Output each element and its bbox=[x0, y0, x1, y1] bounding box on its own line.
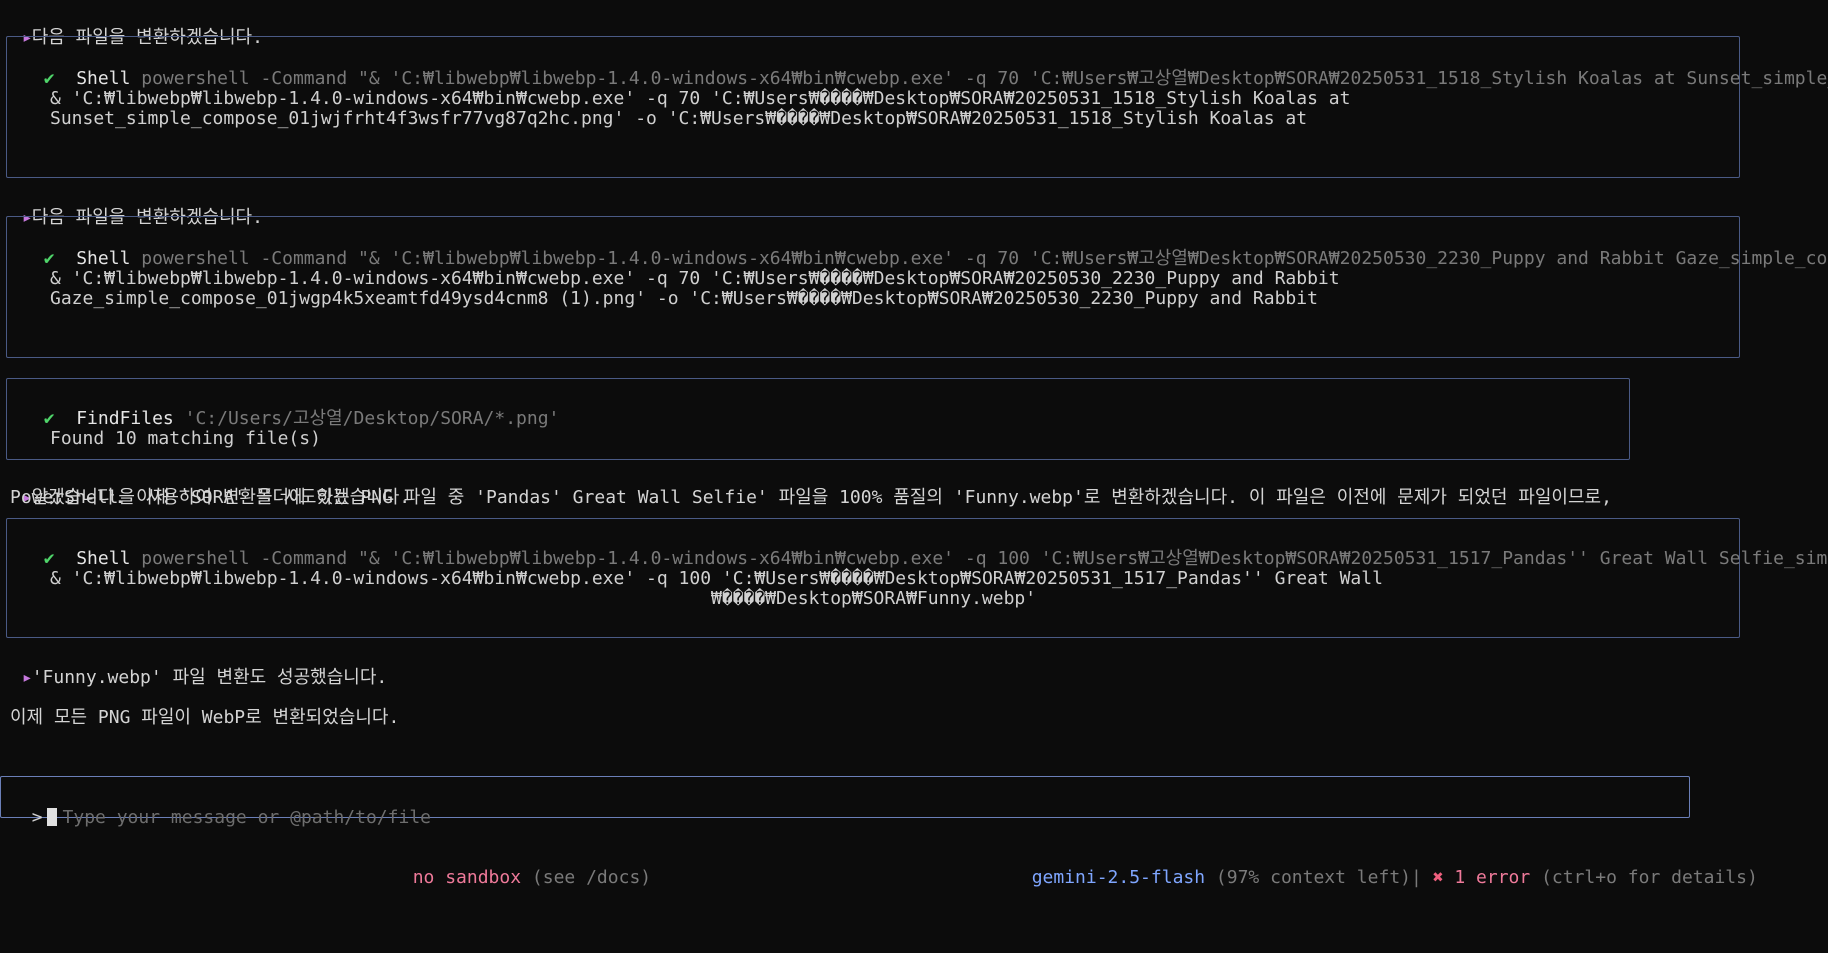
checkmark-icon: ✔ bbox=[43, 248, 55, 269]
tool-output-line: Sunset_simple_compose_01jwjfrht4f3wsfr77… bbox=[50, 108, 1308, 129]
status-separator: | bbox=[1411, 867, 1422, 888]
model-name: gemini-2.5-flash bbox=[1031, 867, 1206, 888]
tool-output-line: & 'C:₩libwebp₩libwebp-1.4.0-windows-x64₩… bbox=[50, 88, 1351, 109]
checkmark-icon: ✔ bbox=[43, 548, 55, 569]
tool-output-line: & 'C:₩libwebp₩libwebp-1.4.0-windows-x64₩… bbox=[50, 568, 1383, 589]
sandbox-label: no sandbox bbox=[412, 867, 522, 888]
sandbox-status: no sandbox (see /docs) bbox=[391, 848, 651, 888]
tool-call-header: ✔ Shell powershell -Command "& 'C:₩libwe… bbox=[22, 49, 1828, 89]
error-count[interactable]: 1 error bbox=[1454, 867, 1530, 888]
tool-description: powershell -Command "& 'C:₩libwebp₩libwe… bbox=[141, 548, 1828, 569]
text-cursor bbox=[46, 808, 57, 826]
assistant-message-continuation: PowerShell을 사용하여 변환을 시도하겠습니다. bbox=[10, 487, 411, 508]
checkmark-icon: ✔ bbox=[43, 68, 55, 89]
tool-description: 'C:/Users/고상열/Desktop/SORA/*.png' bbox=[184, 408, 560, 429]
tool-output-line: Found 10 matching file(s) bbox=[50, 428, 321, 449]
tool-name: FindFiles bbox=[76, 408, 174, 429]
tool-output-line: ₩����₩Desktop₩SORA₩Funny.webp' bbox=[711, 588, 1037, 609]
error-icon: ✖ bbox=[1432, 867, 1444, 888]
tool-output-line: Gaze_simple_compose_01jwgp4k5xeamtfd49ys… bbox=[50, 288, 1318, 309]
tool-name: Shell bbox=[76, 68, 131, 89]
message-input-line[interactable]: > Type your message or @path/to/file bbox=[10, 788, 431, 828]
tool-description: powershell -Command "& 'C:₩libwebp₩libwe… bbox=[141, 68, 1828, 89]
assistant-message: 이제 모든 PNG 파일이 WebP로 변환되었습니다. bbox=[10, 707, 400, 728]
tool-name: Shell bbox=[76, 248, 131, 269]
tool-call-header: ✔ Shell powershell -Command "& 'C:₩libwe… bbox=[22, 529, 1828, 569]
sandbox-hint: (see /docs) bbox=[531, 867, 652, 888]
tool-call-header: ✔ FindFiles 'C:/Users/고상열/Desktop/SORA/*… bbox=[22, 389, 560, 429]
message-input-placeholder[interactable]: Type your message or @path/to/file bbox=[63, 807, 431, 828]
error-hint: (ctrl+o for details) bbox=[1541, 867, 1758, 888]
prompt-symbol: > bbox=[31, 807, 43, 828]
model-status: gemini-2.5-flash (97% context left)| ✖ 1… bbox=[1010, 848, 1758, 888]
tool-name: Shell bbox=[76, 548, 131, 569]
tool-output-line: & 'C:₩libwebp₩libwebp-1.4.0-windows-x64₩… bbox=[50, 268, 1340, 289]
tool-description: powershell -Command "& 'C:₩libwebp₩libwe… bbox=[141, 248, 1828, 269]
tool-call-header: ✔ Shell powershell -Command "& 'C:₩libwe… bbox=[22, 229, 1828, 269]
assistant-message: ▸'Funny.webp' 파일 변환도 성공했습니다. bbox=[21, 667, 388, 688]
checkmark-icon: ✔ bbox=[43, 408, 55, 429]
context-remaining: (97% context left) bbox=[1215, 867, 1411, 888]
message-marker-icon: ▸ bbox=[21, 667, 33, 688]
